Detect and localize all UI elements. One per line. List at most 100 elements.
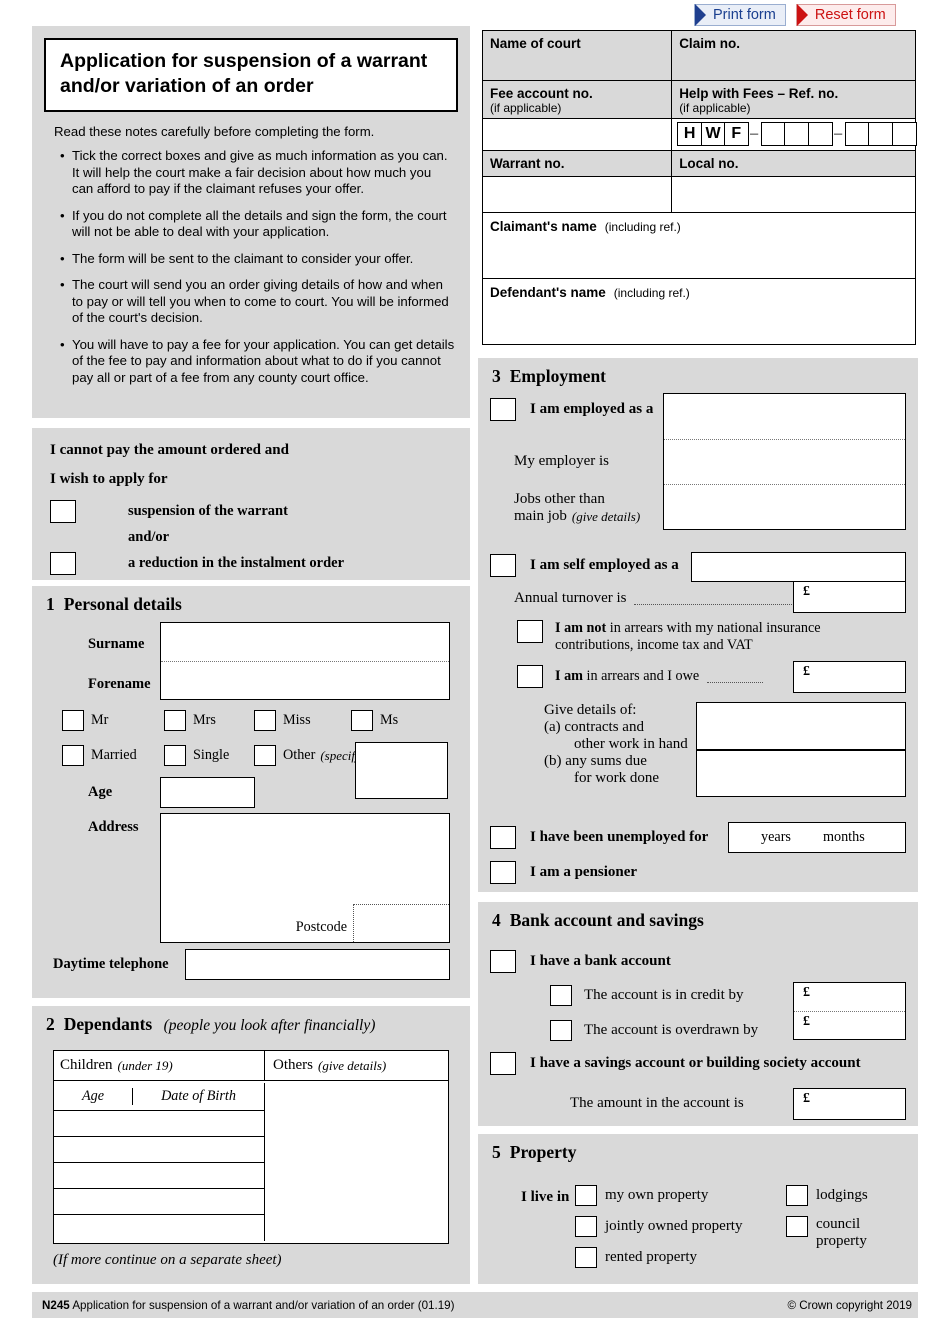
jointly-owned-property-checkbox[interactable]: [575, 1216, 597, 1237]
detail-a-line2: other work in hand: [574, 736, 688, 752]
in-arrears-checkbox[interactable]: [517, 665, 543, 688]
dependants-footnote: (If more continue on a separate sheet): [53, 1252, 282, 1268]
print-form-label: Print form: [713, 7, 776, 23]
note-item: The form will be sent to the claimant to…: [60, 251, 456, 268]
lodgings-label: lodgings: [816, 1187, 868, 1203]
employment-heading: 3 Employment: [492, 366, 918, 387]
unemployed-label: I have been unemployed for: [530, 829, 709, 845]
warrant-no-input[interactable]: [481, 176, 673, 213]
status-single-checkbox[interactable]: [164, 745, 186, 766]
hwf-reference-input[interactable]: H W F – –: [672, 119, 917, 149]
employed-checkbox[interactable]: [490, 398, 516, 421]
detail-a-line1: (a) contracts and: [544, 719, 644, 735]
form-code: N245: [42, 1298, 70, 1312]
reduction-instalment-checkbox[interactable]: [50, 552, 76, 575]
have-savings-account-label: I have a savings account or building soc…: [530, 1055, 861, 1071]
page-footer: N245 Application for suspension of a war…: [32, 1292, 918, 1318]
credit-amount-input[interactable]: £: [794, 983, 905, 1011]
col-dob-header: Date of Birth: [161, 1088, 236, 1104]
contracts-in-hand-input[interactable]: [696, 702, 906, 750]
bank-amounts-box: £ £: [793, 982, 906, 1040]
account-overdrawn-label: The account is overdrawn by: [584, 1022, 759, 1038]
title-miss-checkbox[interactable]: [254, 710, 276, 731]
not-in-arrears-label-line2: contributions, income tax and VAT: [555, 637, 753, 653]
status-married-label: Married: [91, 747, 137, 763]
hwf-digit-box[interactable]: [761, 122, 787, 146]
section-title: Employment: [509, 366, 606, 386]
self-employed-checkbox[interactable]: [490, 554, 516, 577]
claimant-name-cell[interactable]: Claimant's name (including ref.): [482, 212, 916, 279]
print-form-button[interactable]: Print form: [694, 4, 786, 26]
defendant-name-sub: (including ref.): [613, 286, 690, 300]
currency-symbol: £: [803, 1091, 810, 1106]
rented-property-checkbox[interactable]: [575, 1247, 597, 1268]
arrears-amount-input[interactable]: £: [793, 661, 906, 693]
note-item: The court will send you an order giving …: [60, 277, 456, 327]
annual-turnover-label: Annual turnover is: [514, 590, 627, 606]
title-mr-checkbox[interactable]: [62, 710, 84, 731]
status-other-checkbox[interactable]: [254, 745, 276, 766]
property-panel: 5 Property I live in my own property join…: [478, 1134, 918, 1284]
daytime-telephone-input[interactable]: [185, 949, 450, 980]
not-in-arrears-checkbox[interactable]: [517, 620, 543, 643]
employed-as-input[interactable]: [664, 394, 905, 439]
status-other-label: Other: [283, 747, 316, 763]
hwf-digit-box[interactable]: [845, 122, 871, 146]
section-number: 2: [46, 1014, 55, 1034]
fee-account-no-input[interactable]: [481, 118, 673, 151]
address-label: Address: [88, 819, 139, 835]
sums-due-input[interactable]: [696, 750, 906, 797]
status-married-checkbox[interactable]: [62, 745, 84, 766]
account-overdrawn-checkbox[interactable]: [550, 1020, 572, 1041]
account-in-credit-checkbox[interactable]: [550, 985, 572, 1006]
own-property-checkbox[interactable]: [575, 1185, 597, 1206]
table-row[interactable]: [54, 1137, 264, 1163]
annual-turnover-amount[interactable]: £: [793, 581, 906, 613]
title-mr-label: Mr: [91, 712, 109, 728]
overdrawn-amount-input[interactable]: £: [794, 1011, 905, 1039]
rented-property-label: rented property: [605, 1249, 698, 1265]
pensioner-checkbox[interactable]: [490, 861, 516, 884]
hwf-digit-box[interactable]: [868, 122, 894, 146]
others-sub: (give details): [318, 1057, 387, 1073]
other-jobs-input[interactable]: [664, 484, 905, 528]
self-employed-as-input[interactable]: [691, 552, 906, 582]
unemployed-duration-input[interactable]: years months: [728, 822, 906, 853]
forename-input[interactable]: [161, 661, 449, 699]
employer-input[interactable]: [664, 439, 905, 484]
postcode-input[interactable]: [353, 904, 449, 942]
andor-label: and/or: [128, 529, 170, 545]
unemployed-checkbox[interactable]: [490, 826, 516, 849]
suspension-of-warrant-label: suspension of the warrant: [128, 503, 288, 519]
title-mrs-checkbox[interactable]: [164, 710, 186, 731]
lodgings-checkbox[interactable]: [786, 1185, 808, 1206]
application-type-panel: I cannot pay the amount ordered and I wi…: [32, 428, 470, 580]
address-input[interactable]: Postcode: [160, 813, 450, 943]
notes-panel: Application for suspension of a warrant …: [32, 26, 470, 418]
bank-heading: 4 Bank account and savings: [492, 910, 918, 931]
pensioner-label: I am a pensioner: [530, 864, 638, 880]
dependants-heading: 2 Dependants (people you look after finan…: [46, 1014, 470, 1035]
surname-input[interactable]: [161, 623, 449, 661]
age-input[interactable]: [160, 777, 255, 808]
surname-label: Surname: [88, 636, 145, 652]
suspension-of-warrant-checkbox[interactable]: [50, 500, 76, 523]
hwf-digit-box[interactable]: [784, 122, 810, 146]
title-ms-checkbox[interactable]: [351, 710, 373, 731]
help-with-fees-label: Help with Fees – Ref. no.: [679, 86, 839, 101]
savings-amount-input[interactable]: £: [793, 1088, 906, 1120]
hwf-digit-box[interactable]: [807, 122, 833, 146]
table-row[interactable]: [54, 1189, 264, 1215]
reset-form-button[interactable]: Reset form: [795, 4, 896, 26]
table-row[interactable]: [54, 1111, 264, 1137]
have-savings-account-checkbox[interactable]: [490, 1052, 516, 1075]
local-no-input[interactable]: [671, 176, 916, 213]
table-row[interactable]: [54, 1163, 264, 1189]
council-property-checkbox[interactable]: [786, 1216, 808, 1237]
have-bank-account-checkbox[interactable]: [490, 950, 516, 973]
defendant-name-cell[interactable]: Defendant's name (including ref.): [482, 278, 916, 345]
hwf-digit-box[interactable]: [891, 122, 917, 146]
status-other-input[interactable]: [355, 742, 448, 799]
turnover-dotted-rule: [634, 592, 804, 605]
table-row[interactable]: [54, 1215, 264, 1241]
